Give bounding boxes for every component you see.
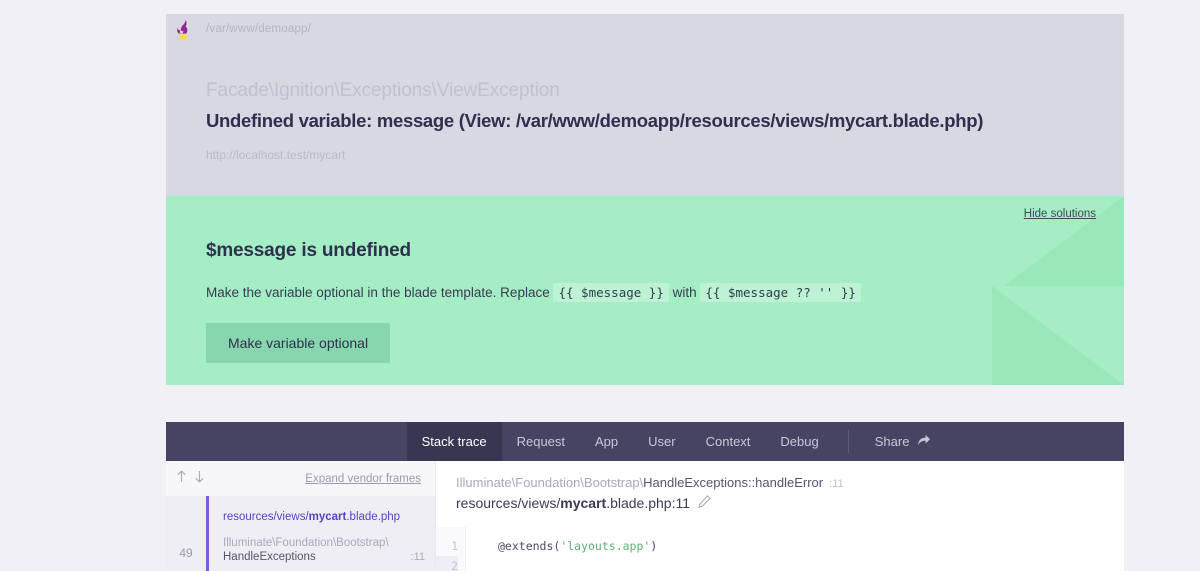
tab-divider [847, 430, 849, 453]
code-header-file-text: resources/views/mycart.blade.php:11 [456, 495, 690, 511]
arrow-up-icon[interactable] [176, 470, 187, 488]
solution-content: $message is undefined Make the variable … [166, 196, 1124, 363]
solution-desc-prefix: Make the variable optional in the blade … [206, 285, 550, 300]
exception-message: Undefined variable: message (View: /var/… [206, 110, 984, 131]
code-gutter: 1 2 [436, 527, 466, 571]
gutter-line-number: 2 [436, 556, 458, 571]
frame-sort-controls [176, 470, 205, 488]
frame-number: 49 [179, 546, 193, 560]
pencil-icon[interactable] [698, 495, 711, 511]
request-url: http://localhost.test/mycart [206, 148, 346, 162]
tab-debug[interactable]: Debug [765, 422, 833, 461]
tab-context[interactable]: Context [691, 422, 766, 461]
code-header-file-ext: .blade.php:11 [606, 495, 691, 511]
code-lines[interactable]: @extends('layouts.app') [466, 527, 1124, 571]
solution-desc-middle: with [672, 285, 697, 300]
stack-trace-panel: Expand vendor frames 49 resources/views/… [166, 461, 1124, 571]
tab-stack-trace[interactable]: Stack trace [406, 422, 502, 461]
ignition-error-page: /var/www/demoapp/ Facade\Ignition\Except… [0, 0, 1200, 571]
stack-trace-sidebar: Expand vendor frames 49 resources/views/… [166, 461, 436, 571]
expand-vendor-frames-link[interactable]: Expand vendor frames [305, 473, 421, 485]
frame-file-path: resources/views/mycart.blade.php [223, 511, 423, 523]
error-details: Facade\Ignition\Exceptions\ViewException… [166, 44, 1124, 206]
code-token: @extends( [498, 539, 561, 553]
tab-bar: Stack trace Request App User Context Deb… [166, 422, 1124, 461]
code-line: @extends('layouts.app') [466, 536, 1124, 556]
code-viewer-header: Illuminate\Foundation\Bootstrap\HandleEx… [436, 461, 1124, 511]
stack-frame-item[interactable]: 49 resources/views/mycart.blade.php Illu… [166, 496, 435, 571]
code-header-class: Illuminate\Foundation\Bootstrap\HandleEx… [456, 475, 1104, 490]
share-button[interactable]: Share [863, 422, 944, 461]
stack-trace-toolbar: Expand vendor frames [166, 461, 435, 496]
make-variable-optional-button[interactable]: Make variable optional [206, 323, 391, 363]
arrow-down-icon[interactable] [194, 470, 205, 488]
frame-file-ext: .blade.php [346, 511, 401, 523]
ignition-flare-logo [174, 19, 194, 41]
exception-class: Facade\Ignition\Exceptions\ViewException [206, 80, 560, 101]
tab-user[interactable]: User [633, 422, 690, 461]
code-token-suffix: ) [650, 539, 658, 553]
code-viewer: Illuminate\Foundation\Bootstrap\HandleEx… [436, 461, 1124, 571]
frame-file-dir: resources/views/ [223, 511, 309, 523]
code-snippet-after: {{ $message ?? '' }} [700, 283, 861, 302]
code-header-file: resources/views/mycart.blade.php:11 [456, 495, 1104, 511]
error-card: /var/www/demoapp/ Facade\Ignition\Except… [166, 14, 1124, 206]
code-header-method: HandleExceptions::handleError [643, 475, 824, 490]
code-editor-area: 1 2 @extends('layouts.app') [436, 527, 1124, 571]
code-header-file-dir: resources/views/ [456, 495, 561, 511]
frame-class-name: Illuminate\Foundation\Bootstrap\ HandleEx… [223, 536, 423, 564]
breadcrumb-path: /var/www/demoapp/ [206, 23, 312, 35]
frame-file-name: mycart [308, 511, 347, 523]
share-label: Share [874, 434, 910, 449]
tab-app[interactable]: App [580, 422, 633, 461]
frame-class-short: HandleExceptions [223, 551, 316, 563]
code-header-namespace: Illuminate\Foundation\Bootstrap\ [456, 475, 644, 490]
share-arrow-icon [917, 434, 931, 450]
tab-request[interactable]: Request [502, 422, 580, 461]
gutter-line-number: 1 [451, 539, 458, 553]
solution-card: Hide solutions $message is undefined Mak… [166, 196, 1124, 385]
hide-solutions-link[interactable]: Hide solutions [1024, 208, 1096, 220]
solution-title: $message is undefined [206, 240, 411, 261]
code-token-string: 'layouts.app' [560, 539, 651, 553]
error-card-topbar: /var/www/demoapp/ [166, 14, 1124, 44]
solution-description: Make the variable optional in the blade … [206, 283, 1084, 303]
frame-line-number: :11 [410, 551, 425, 563]
code-header-file-name: mycart [560, 495, 607, 511]
frame-details: resources/views/mycart.blade.php Illumin… [206, 496, 435, 571]
code-header-line: :11 [829, 478, 844, 490]
code-snippet-before: {{ $message }} [553, 283, 669, 302]
frame-class-namespace: Illuminate\Foundation\Bootstrap\ [223, 537, 389, 549]
